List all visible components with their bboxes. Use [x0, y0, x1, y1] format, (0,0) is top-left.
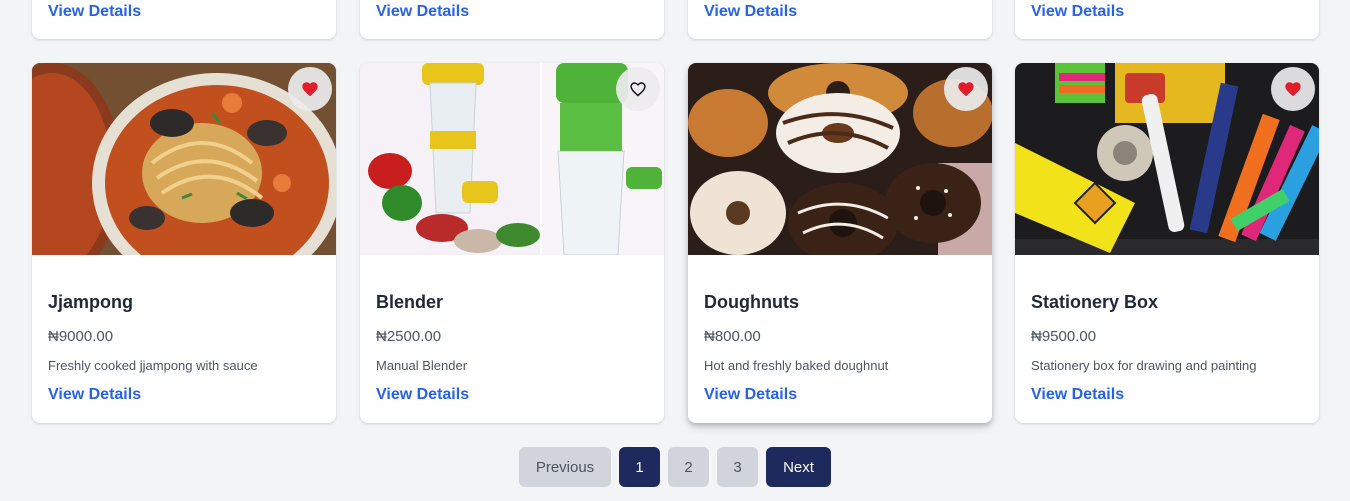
product-card: View Details [1015, 0, 1319, 39]
product-card: View Details [688, 0, 992, 39]
heart-filled-icon [1285, 82, 1301, 97]
product-card-stationery-box[interactable]: Stationery Box ₦9500.00 Stationery box f… [1015, 63, 1319, 423]
product-card-blender[interactable]: Blender ₦2500.00 Manual Blender View Det… [360, 63, 664, 423]
product-description: Manual Blender [376, 358, 468, 373]
product-title: Blender [376, 292, 444, 312]
product-price: ₦2500.00 [376, 328, 442, 345]
heart-filled-icon [302, 82, 318, 97]
product-title: Stationery Box [1031, 292, 1159, 312]
product-description: Hot and freshly baked doughnut [704, 358, 889, 373]
heart-outline-icon [630, 82, 646, 97]
favorite-button[interactable] [288, 67, 332, 111]
view-details-link[interactable]: View Details [376, 3, 469, 21]
favorite-button[interactable] [1271, 67, 1315, 111]
product-price: ₦9500.00 [1031, 328, 1097, 345]
next-page-button[interactable]: Next [766, 447, 831, 487]
view-details-link[interactable]: View Details [48, 3, 141, 21]
view-details-link[interactable]: View Details [704, 386, 797, 404]
previous-page-button[interactable]: Previous [519, 447, 611, 487]
product-price: ₦9000.00 [48, 328, 114, 345]
page-button-1[interactable]: 1 [619, 447, 660, 487]
page-button-2[interactable]: 2 [668, 447, 709, 487]
page-button-3[interactable]: 3 [717, 447, 758, 487]
product-card-doughnuts[interactable]: Doughnuts ₦800.00 Hot and freshly baked … [688, 63, 992, 423]
product-card-jjampong[interactable]: Jjampong ₦9000.00 Freshly cooked jjampon… [32, 63, 336, 423]
heart-filled-icon [958, 82, 974, 97]
favorite-button[interactable] [616, 67, 660, 111]
product-description: Stationery box for drawing and painting [1031, 358, 1257, 373]
view-details-link[interactable]: View Details [1031, 386, 1124, 404]
product-description: Freshly cooked jjampong with sauce [48, 358, 258, 373]
view-details-link[interactable]: View Details [376, 386, 469, 404]
product-price: ₦800.00 [704, 328, 761, 345]
product-card: View Details [360, 0, 664, 39]
product-title: Jjampong [48, 292, 134, 312]
view-details-link[interactable]: View Details [48, 386, 141, 404]
product-card: View Details [32, 0, 336, 39]
product-title: Doughnuts [704, 292, 799, 312]
view-details-link[interactable]: View Details [1031, 3, 1124, 21]
pagination: Previous 1 2 3 Next [0, 447, 1350, 487]
favorite-button[interactable] [944, 67, 988, 111]
view-details-link[interactable]: View Details [704, 3, 797, 21]
